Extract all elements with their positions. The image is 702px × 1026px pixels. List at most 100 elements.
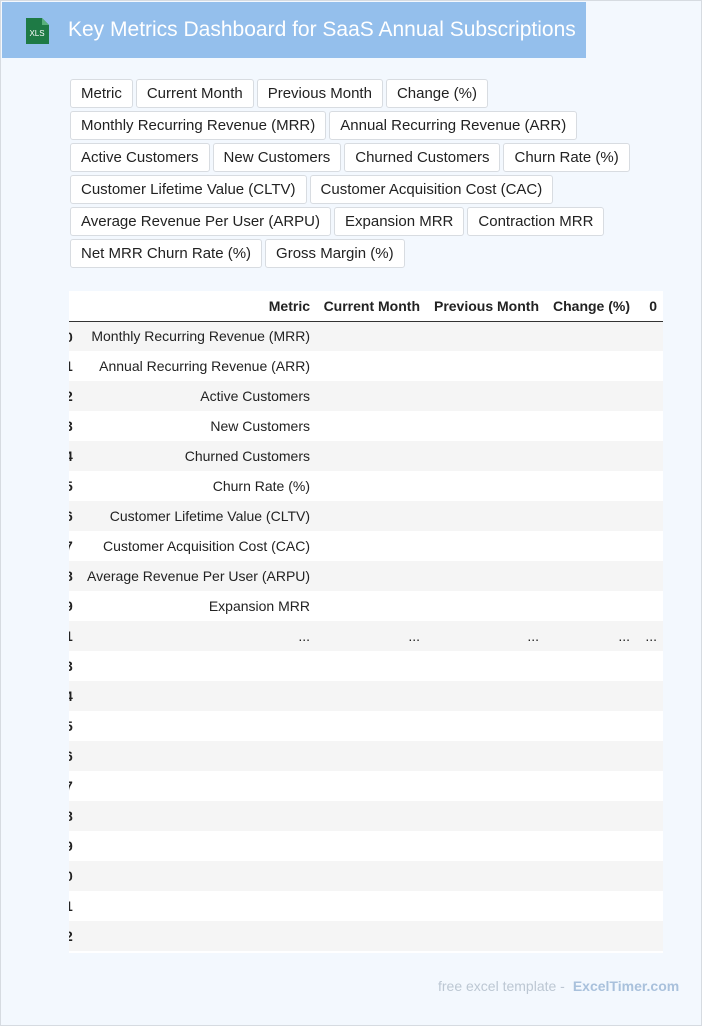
column-header[interactable]: Metric	[81, 291, 316, 321]
table-row: 3 New Customers	[69, 411, 663, 441]
column-tag[interactable]: Current Month	[135, 79, 254, 108]
row-index: 3	[69, 651, 81, 681]
row-index: 3	[69, 411, 81, 441]
table-cell	[636, 921, 663, 951]
column-tag[interactable]: Average Revenue Per User (ARPU)	[70, 207, 331, 236]
row-index: 0	[69, 861, 81, 891]
table-cell	[426, 801, 545, 831]
table-cell: Churn Rate (%)	[212, 478, 310, 494]
table-cell	[545, 651, 636, 681]
table-cell	[426, 681, 545, 711]
table-row: 7 Customer Acquisition Cost (CAC)	[69, 531, 663, 561]
table-cell	[636, 441, 663, 471]
row-index-label: 8	[69, 568, 73, 584]
row-index: 9	[69, 831, 81, 861]
column-tag[interactable]: Contraction MRR	[467, 207, 605, 236]
column-header[interactable]: Change (%)	[545, 291, 636, 321]
table-row: 0 Monthly Recurring Revenue (MRR)	[69, 321, 663, 351]
table-row: 6 Customer Lifetime Value (CLTV)	[69, 501, 663, 531]
footer-brand-link[interactable]: ExcelTimer.com	[573, 978, 679, 994]
table-cell	[316, 531, 426, 561]
column-header[interactable]	[69, 291, 81, 321]
table-cell	[636, 741, 663, 771]
column-tag[interactable]: Active Customers	[70, 143, 210, 172]
table-cell	[545, 801, 636, 831]
table-cell	[426, 741, 545, 771]
table-cell	[636, 771, 663, 801]
table-cell	[636, 351, 663, 381]
table-cell	[316, 351, 426, 381]
table-cell	[316, 651, 426, 681]
table-cell	[81, 651, 316, 681]
table-row: 8	[69, 801, 663, 831]
table-cell	[426, 591, 545, 621]
column-header[interactable]: 0	[636, 291, 663, 321]
table-cell	[545, 321, 636, 351]
row-index: 6	[69, 741, 81, 771]
row-index: 0	[69, 321, 81, 351]
table-row: 3	[69, 651, 663, 681]
column-tag[interactable]: Churn Rate (%)	[503, 143, 630, 172]
table-cell	[545, 771, 636, 801]
table-cell	[316, 801, 426, 831]
table-cell	[316, 561, 426, 591]
table-row: 4 Churned Customers	[69, 441, 663, 471]
table-cell: ...	[527, 628, 539, 644]
column-tag[interactable]: Monthly Recurring Revenue (MRR)	[70, 111, 327, 140]
table-cell	[81, 831, 316, 861]
data-table-container[interactable]: Metric Current Month Previous Month Change …	[69, 291, 663, 953]
table-cell	[316, 711, 426, 741]
row-index-label: 9	[69, 598, 73, 614]
row-index: 4	[69, 681, 81, 711]
table-cell	[426, 321, 545, 351]
column-tag[interactable]: Change (%)	[385, 79, 488, 108]
row-index: 5	[69, 471, 81, 501]
table-cell: Customer Lifetime Value (CLTV)	[109, 508, 310, 524]
table-cell	[636, 471, 663, 501]
table-cell	[81, 771, 316, 801]
table-cell	[545, 831, 636, 861]
table-cell: Customer Acquisition Cost (CAC)	[103, 538, 310, 554]
column-header[interactable]: Current Month	[316, 291, 426, 321]
table-row: 6	[69, 741, 663, 771]
row-index-label: 1	[69, 898, 73, 914]
column-header[interactable]: Previous Month	[426, 291, 545, 321]
row-index-label: 4	[69, 448, 73, 464]
row-index-label: 5	[69, 718, 73, 734]
table-cell: Active Customers	[200, 388, 310, 404]
table-cell	[81, 681, 316, 711]
column-tag[interactable]: Annual Recurring Revenue (ARR)	[329, 111, 578, 140]
table-cell: ...	[408, 628, 420, 644]
table-cell	[636, 651, 663, 681]
row-index: 8	[69, 801, 81, 831]
column-tag[interactable]: Metric	[70, 79, 133, 108]
table-cell	[545, 891, 636, 921]
table-cell	[81, 921, 316, 951]
row-index-label: 0	[69, 329, 73, 345]
table-cell	[316, 471, 426, 501]
table-cell: Annual Recurring Revenue (ARR)	[99, 358, 310, 374]
column-tag[interactable]: Previous Month	[256, 79, 383, 108]
table-cell	[426, 921, 545, 951]
table-cell	[426, 381, 545, 411]
table-row: 4	[69, 681, 663, 711]
table-cell: Churned Customers	[184, 448, 310, 464]
table-row: 2 Active Customers	[69, 381, 663, 411]
column-tag[interactable]: Customer Acquisition Cost (CAC)	[309, 175, 554, 204]
table-cell: ...	[618, 628, 630, 644]
column-tag[interactable]: Gross Margin (%)	[265, 239, 405, 268]
table-cell	[316, 861, 426, 891]
column-tag[interactable]: Customer Lifetime Value (CLTV)	[70, 175, 307, 204]
table-cell	[81, 891, 316, 921]
column-tag[interactable]: Churned Customers	[344, 143, 501, 172]
table-cell: New Customers	[210, 418, 310, 434]
table-cell	[81, 741, 316, 771]
column-tag[interactable]: Net MRR Churn Rate (%)	[70, 239, 263, 268]
table-row: 1	[69, 891, 663, 921]
column-tag[interactable]: Expansion MRR	[334, 207, 465, 236]
table-cell: Expansion MRR	[208, 598, 310, 614]
table-row: 2	[69, 921, 663, 951]
column-tag[interactable]: New Customers	[212, 143, 342, 172]
table-cell	[545, 681, 636, 711]
xls-icon-label: XLS	[29, 29, 44, 38]
